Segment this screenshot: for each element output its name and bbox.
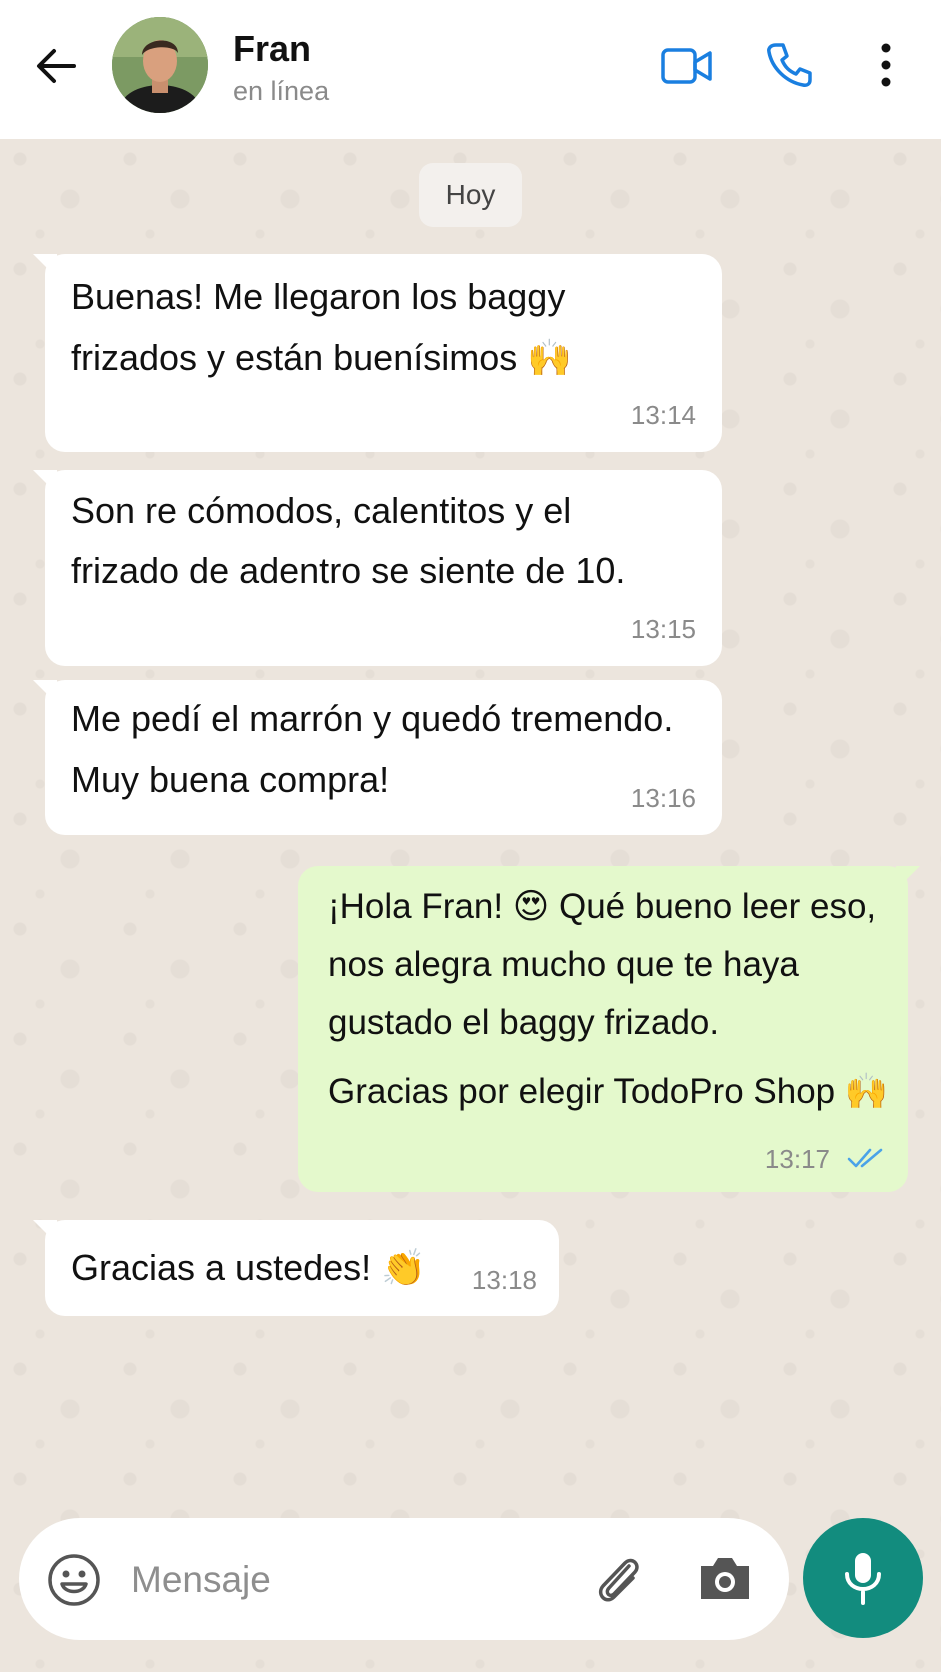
message-text: ¡Hola Fran! 😍 Qué bueno leer eso,: [328, 887, 877, 926]
camera-icon[interactable]: [697, 1552, 753, 1604]
mic-icon: [845, 1553, 881, 1605]
avatar[interactable]: [112, 17, 208, 113]
message-incoming[interactable]: Buenas! Me llegaron los baggy frizados y…: [33, 254, 722, 452]
phone-icon[interactable]: [764, 40, 814, 90]
bubble-tail: [33, 254, 57, 278]
bubble-tail: [896, 866, 920, 890]
message-text: Gracias a ustedes! 👏: [71, 1247, 426, 1288]
contact-name[interactable]: Fran: [233, 28, 311, 70]
message-text: Muy buena compra!: [71, 759, 390, 800]
back-arrow-icon[interactable]: [30, 40, 82, 92]
message-text: Buenas! Me llegaron los baggy: [71, 276, 566, 317]
message-incoming[interactable]: Gracias a ustedes! 👏 13:18: [33, 1220, 559, 1316]
message-incoming[interactable]: Son re cómodos, calentitos y el frizado …: [33, 470, 722, 666]
message-time: 13:14: [630, 400, 696, 430]
message-time: 13:15: [630, 614, 696, 644]
chat-header: Fran en línea: [0, 0, 941, 139]
message-text: Gracias por elegir TodoPro Shop 🙌: [328, 1072, 889, 1111]
attach-icon[interactable]: [591, 1550, 647, 1608]
video-call-icon[interactable]: [660, 44, 714, 88]
emoji-icon[interactable]: [46, 1552, 102, 1608]
message-incoming[interactable]: Me pedí el marrón y quedó tremendo. Muy …: [33, 680, 722, 835]
message-outgoing[interactable]: ¡Hola Fran! 😍 Qué bueno leer eso, nos al…: [298, 866, 920, 1192]
message-text: Son re cómodos, calentitos y el: [71, 490, 572, 531]
message-text: Me pedí el marrón y quedó tremendo.: [71, 698, 674, 739]
contact-status: en línea: [233, 76, 330, 106]
message-text: gustado el baggy frizado.: [328, 1003, 720, 1042]
message-input[interactable]: [129, 1548, 583, 1612]
bubble-tail: [33, 680, 57, 704]
message-time: 13:18: [471, 1265, 537, 1295]
message-composer: [19, 1518, 789, 1640]
bubble-tail: [33, 1220, 57, 1244]
avatar-image: [112, 17, 208, 113]
bubble-tail: [33, 470, 57, 494]
message-text: nos alegra mucho que te haya: [328, 945, 799, 984]
mic-button[interactable]: [803, 1518, 923, 1638]
message-text: frizados y están buenísimos 🙌: [71, 337, 573, 378]
message-time: 13:16: [630, 783, 696, 813]
date-chip: Hoy: [419, 163, 522, 227]
message-time: 13:17: [764, 1144, 830, 1174]
double-check-icon: [847, 1148, 883, 1168]
more-vert-icon[interactable]: [868, 40, 904, 90]
message-text: frizado de adentro se siente de 10.: [71, 550, 626, 591]
